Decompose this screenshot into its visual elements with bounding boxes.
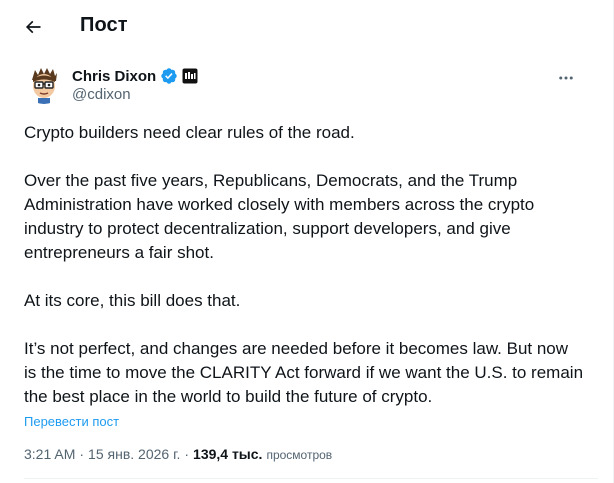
user-handle[interactable]: @cdixon <box>72 86 131 103</box>
post-paragraph: Crypto builders need clear rules of the … <box>24 123 355 142</box>
display-name[interactable]: Chris Dixon <box>72 68 156 85</box>
views-label: просмотров <box>266 448 333 462</box>
post-date[interactable]: 15 янв. 2026 г. <box>88 446 180 462</box>
more-options-button[interactable] <box>554 68 578 88</box>
translate-post-link[interactable]: Перевести пост <box>24 414 119 429</box>
avatar[interactable] <box>24 64 64 104</box>
verified-badge-icon[interactable] <box>160 67 178 85</box>
post-header: Пост <box>0 0 614 54</box>
meta-separator: · <box>184 446 190 462</box>
post-meta: 3:21 AM · 15 янв. 2026 г. · 139,4 тыс. п… <box>24 446 332 462</box>
post-paragraph: Over the past five years, Republicans, D… <box>24 171 535 262</box>
post-text: Crypto builders need clear rules of the … <box>24 121 584 409</box>
affiliate-badge-icon[interactable] <box>182 68 198 84</box>
name-row: Chris Dixon <box>72 66 198 86</box>
back-button[interactable] <box>16 10 50 44</box>
post-time[interactable]: 3:21 AM <box>24 446 75 462</box>
arrow-left-icon <box>25 20 41 34</box>
post-paragraph: At its core, this bill does that. <box>24 291 241 310</box>
views-count[interactable]: 139,4 тыс. <box>193 446 262 462</box>
page-title: Пост <box>80 14 128 36</box>
more-horizontal-icon <box>559 76 573 80</box>
divider <box>24 478 598 479</box>
post-author: Chris Dixon @cdixon <box>24 64 594 108</box>
meta-separator: · <box>79 446 85 462</box>
cartoon-face-icon <box>24 64 64 104</box>
post-paragraph: It’s not perfect, and changes are needed… <box>24 339 584 406</box>
